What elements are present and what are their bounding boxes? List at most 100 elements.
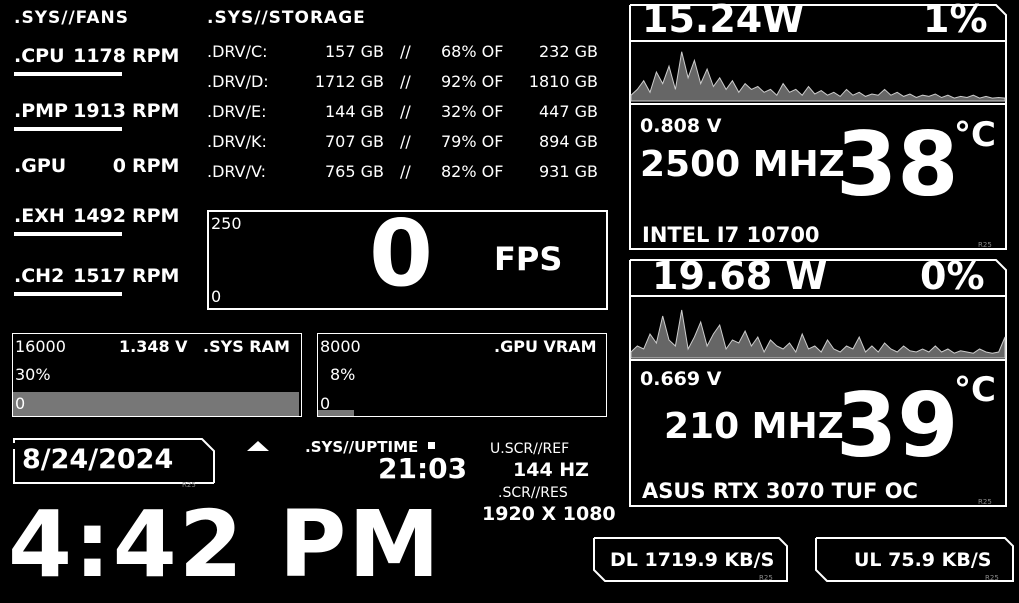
- gpu-load: 0%: [920, 254, 985, 298]
- fan-rpm: 1492: [73, 205, 126, 227]
- fps-unit: FPS: [494, 240, 563, 278]
- cpu-temp: 38: [836, 113, 959, 216]
- fan-label: .PMP: [14, 100, 68, 122]
- uptime-indicator-icon: [428, 442, 435, 449]
- gpu-panel: R25 19.68 W 0% 0.669 V 210 MHZ 39 °C ASU…: [628, 254, 1008, 508]
- drive-total: 894 GB: [539, 132, 598, 151]
- fan-unit: RPM: [132, 100, 180, 122]
- drive-total: 1810 GB: [528, 72, 598, 91]
- fan-rpm: 1178: [73, 45, 126, 67]
- drive-total: 931 GB: [539, 162, 598, 181]
- drive-used: 765 GB: [325, 162, 384, 181]
- drive-pct: 68% OF: [441, 42, 504, 61]
- cpu-name: INTEL I7 10700: [642, 223, 820, 247]
- storage-header: .SYS//STORAGE: [207, 8, 366, 28]
- fps-max: 250: [211, 214, 242, 233]
- download-speed: DL 1719.9 KB/S: [610, 549, 775, 571]
- cpu-voltage: 0.808 V: [640, 115, 722, 137]
- fan-underline: [14, 292, 122, 296]
- drive-used: 707 GB: [325, 132, 384, 151]
- drive-pct: 92% OF: [441, 72, 504, 91]
- fan-label: .EXH: [14, 205, 65, 227]
- drive-name: .DRV/E:: [207, 102, 267, 121]
- drive-name: .DRV/D:: [207, 72, 269, 91]
- drive-sep: //: [400, 102, 411, 121]
- gpu-clock: 210 MHZ: [664, 406, 844, 447]
- gpu-temp: 39: [836, 374, 959, 477]
- fps-value: 0: [369, 200, 434, 307]
- date-tag: R25: [182, 481, 196, 489]
- cpu-temp-unit: °C: [954, 115, 996, 155]
- fan-unit: RPM: [132, 265, 180, 287]
- fan-underline: [14, 232, 122, 236]
- resolution-label: .SCR//RES: [498, 485, 568, 501]
- ram-label: .SYS RAM: [203, 337, 290, 356]
- fan-rpm: 1517: [73, 265, 126, 287]
- fan-unit: RPM: [132, 45, 180, 67]
- ram-panel: 16000 1.348 V .SYS RAM 30% 0: [12, 333, 302, 417]
- drive-used: 144 GB: [325, 102, 384, 121]
- ul-tag: R25: [985, 574, 999, 582]
- cpu-tag: R25: [978, 241, 992, 249]
- vram-label: .GPU VRAM: [494, 337, 597, 356]
- ram-percent: 30%: [15, 365, 51, 384]
- ram-voltage: 1.348 V: [119, 337, 188, 356]
- refresh-label: U.SCR//REF: [490, 441, 570, 457]
- drive-used: 157 GB: [325, 42, 384, 61]
- ram-min: 0: [15, 394, 26, 413]
- date-value: 8/24/2024: [22, 444, 174, 475]
- cpu-panel: R25 15.24W 1% 0.808 V 2500 MHZ 38 °C INT…: [628, 0, 1008, 251]
- drive-name: .DRV/C:: [207, 42, 268, 61]
- uptime-value: 21:03: [378, 452, 468, 485]
- fan-row: .CH2 1517 RPM: [14, 265, 179, 287]
- fan-unit: RPM: [132, 155, 180, 177]
- drive-total: 447 GB: [539, 102, 598, 121]
- fan-rpm: 1913: [73, 100, 126, 122]
- drive-sep: //: [400, 132, 411, 151]
- fan-row: .PMP 1913 RPM: [14, 100, 179, 122]
- cpu-power: 15.24W: [642, 0, 805, 41]
- fan-row: .CPU 1178 RPM: [14, 45, 179, 67]
- ram-max: 16000: [15, 337, 66, 356]
- vram-percent: 8%: [330, 365, 356, 384]
- clock-time: 4:42 PM: [8, 491, 442, 598]
- refresh-value: 144 HZ: [513, 459, 589, 481]
- drive-name: .DRV/K:: [207, 132, 267, 151]
- gpu-tag: R25: [978, 498, 992, 506]
- drive-pct: 32% OF: [441, 102, 504, 121]
- drive-name: .DRV/V:: [207, 162, 267, 181]
- upload-speed: UL 75.9 KB/S: [854, 549, 992, 571]
- fans-header: .SYS//FANS: [14, 8, 129, 28]
- drive-pct: 82% OF: [441, 162, 504, 181]
- fan-underline: [14, 127, 122, 131]
- resolution-value: 1920 X 1080: [482, 503, 616, 525]
- drive-sep: //: [400, 72, 411, 91]
- vram-min: 0: [320, 394, 331, 413]
- vram-panel: 8000 .GPU VRAM 8% 0: [317, 333, 607, 417]
- drive-used: 1712 GB: [314, 72, 384, 91]
- fps-min: 0: [211, 287, 222, 306]
- fan-row: .EXH 1492 RPM: [14, 205, 179, 227]
- ram-usage-bar: [13, 392, 299, 416]
- vram-max: 8000: [320, 337, 361, 356]
- gpu-load-graph: [630, 309, 1006, 359]
- fan-label: .GPU: [14, 155, 67, 177]
- cpu-load: 1%: [923, 0, 988, 41]
- gpu-power: 19.68 W: [652, 254, 828, 298]
- drive-sep: //: [400, 162, 411, 181]
- fan-label: .CPU: [14, 45, 65, 67]
- cpu-load-graph: [630, 51, 1006, 102]
- fan-label: .CH2: [14, 265, 65, 287]
- fan-underline: [14, 72, 122, 76]
- drive-sep: //: [400, 42, 411, 61]
- fps-panel: 250 0 0 FPS: [207, 200, 608, 310]
- gpu-name: ASUS RTX 3070 TUF OC: [642, 479, 918, 503]
- drive-pct: 79% OF: [441, 132, 504, 151]
- up-arrow-icon: [247, 441, 269, 451]
- fan-unit: RPM: [132, 205, 180, 227]
- cpu-clock: 2500 MHZ: [640, 144, 845, 185]
- fan-rpm: 0: [112, 155, 126, 177]
- fan-row: .GPU 0 RPM: [14, 155, 179, 177]
- drive-total: 232 GB: [539, 42, 598, 61]
- dl-tag: R25: [759, 574, 773, 582]
